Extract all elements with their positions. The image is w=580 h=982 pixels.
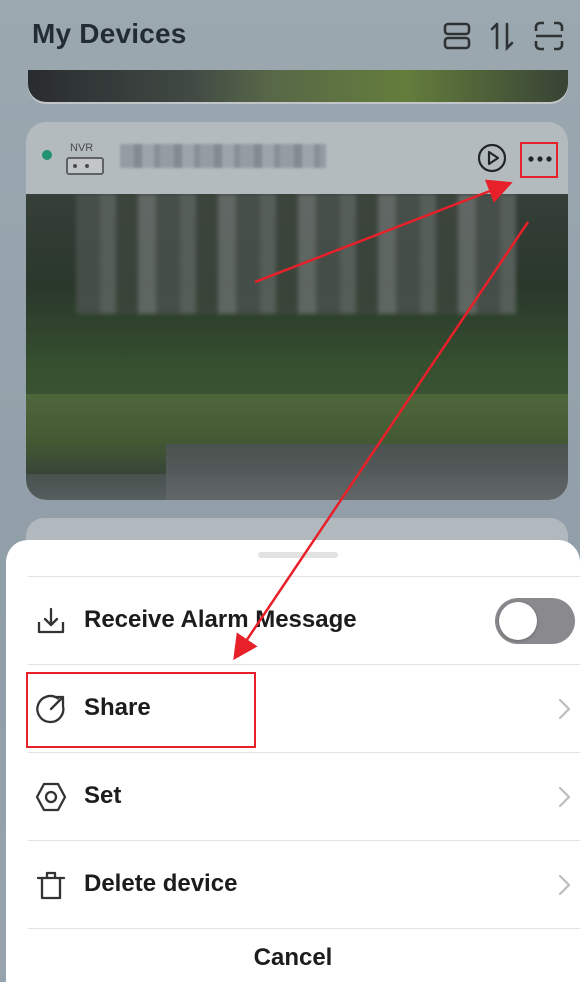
trash-icon bbox=[36, 871, 66, 900]
chevron-right-icon bbox=[558, 698, 571, 720]
chevron-right-icon bbox=[558, 786, 571, 808]
share-label: Share bbox=[84, 694, 151, 721]
delete-device-row[interactable]: Delete device bbox=[6, 840, 580, 928]
alarm-message-toggle[interactable] bbox=[495, 598, 575, 644]
row-divider bbox=[28, 752, 580, 753]
settings-hexagon-icon bbox=[35, 782, 67, 812]
action-sheet: Receive Alarm Message Share Set Delete d… bbox=[6, 540, 580, 982]
row-divider bbox=[28, 576, 580, 577]
receive-alarm-message-label: Receive Alarm Message bbox=[84, 606, 357, 633]
share-icon bbox=[36, 694, 65, 724]
share-row[interactable]: Share bbox=[6, 664, 580, 752]
row-divider bbox=[28, 840, 580, 841]
chevron-right-icon bbox=[558, 874, 571, 896]
delete-device-label: Delete device bbox=[84, 870, 238, 897]
toggle-knob bbox=[499, 602, 537, 640]
sheet-drag-handle[interactable] bbox=[258, 552, 338, 558]
receive-alarm-message-row[interactable]: Receive Alarm Message bbox=[6, 576, 580, 664]
cancel-button[interactable]: Cancel bbox=[6, 944, 580, 980]
row-divider bbox=[28, 664, 580, 665]
set-label: Set bbox=[84, 782, 122, 809]
download-icon bbox=[37, 607, 65, 634]
set-row[interactable]: Set bbox=[6, 752, 580, 840]
cancel-divider bbox=[28, 928, 580, 929]
